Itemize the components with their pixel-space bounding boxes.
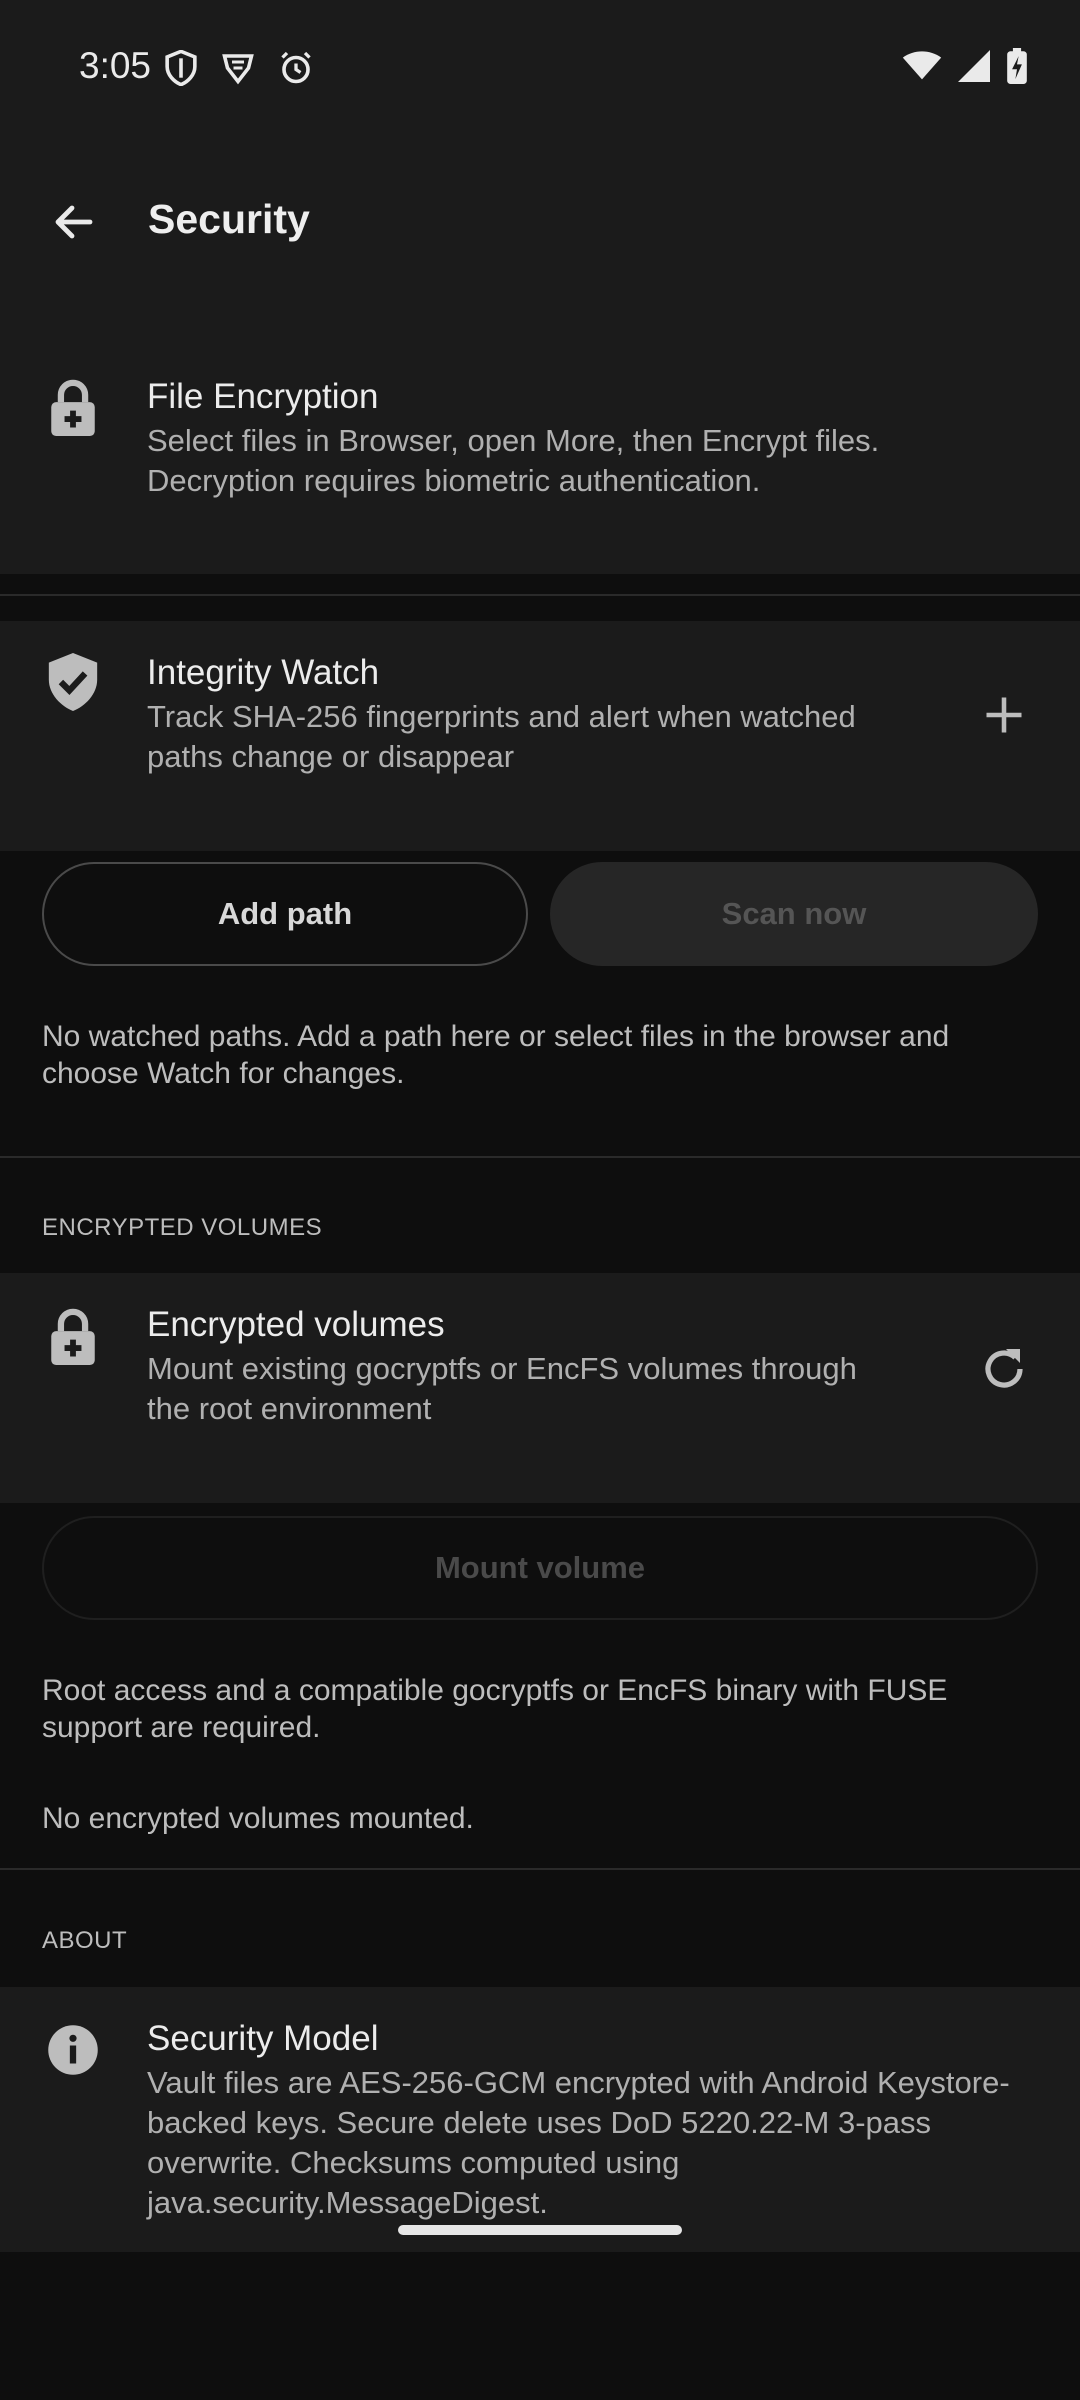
integrity-empty-note: No watched paths. Add a path here or sel… (42, 1020, 950, 1090)
status-icons-right (902, 48, 1028, 89)
status-icons-left (164, 49, 314, 91)
volumes-requirements-note: Root access and a compatible gocryptfs o… (42, 1674, 948, 1744)
lock-icon (44, 1307, 102, 1365)
add-path-button[interactable]: Add path (42, 862, 528, 966)
integrity-watch-description: Track SHA-256 fingerprints and alert whe… (147, 699, 856, 774)
back-button[interactable] (42, 190, 106, 254)
mount-volume-button[interactable]: Mount volume (42, 1516, 1038, 1620)
integrity-watch-card[interactable]: Integrity Watch Track SHA-256 fingerprin… (0, 621, 1080, 851)
lock-icon (44, 378, 102, 436)
security-model-description: Vault files are AES-256-GCM encrypted wi… (147, 2065, 1010, 2220)
wifi-icon (902, 50, 942, 87)
add-watch-button[interactable] (974, 685, 1034, 745)
app-bar: Security (0, 136, 1080, 304)
encrypted-volumes-card[interactable]: Encrypted volumes Mount existing gocrypt… (0, 1273, 1080, 1503)
encrypted-volumes-description: Mount existing gocryptfs or EncFS volume… (147, 1351, 857, 1426)
alarm-icon (278, 50, 314, 91)
status-time: 3:05 (79, 45, 152, 86)
brave-icon (220, 50, 256, 91)
section-header-about: ABOUT (42, 1927, 128, 1954)
page-title: Security (148, 196, 310, 242)
divider (0, 1868, 1080, 1870)
arrow-back-icon (55, 205, 93, 239)
file-encryption-description: Select files in Browser, open More, then… (147, 423, 880, 498)
plus-icon (986, 697, 1022, 733)
file-encryption-title: File Encryption (147, 377, 379, 416)
status-bar: 3:05 (0, 0, 1080, 136)
section-header-encrypted-volumes: ENCRYPTED VOLUMES (42, 1214, 323, 1241)
refresh-icon (985, 1349, 1023, 1388)
home-indicator[interactable] (398, 2225, 682, 2235)
battery-charging-icon (1006, 48, 1028, 89)
file-encryption-card[interactable]: File Encryption Select files in Browser,… (0, 304, 1080, 574)
divider (0, 1156, 1080, 1158)
scan-now-button[interactable]: Scan now (550, 862, 1038, 966)
divider (0, 594, 1080, 596)
security-model-card: Security Model Vault files are AES-256-G… (0, 1987, 1080, 2252)
shield-check-icon (44, 653, 102, 711)
security-model-title: Security Model (147, 2019, 379, 2058)
info-icon (44, 2021, 102, 2079)
shield-icon (164, 49, 198, 91)
signal-icon (958, 50, 990, 87)
integrity-watch-title: Integrity Watch (147, 653, 380, 692)
refresh-volumes-button[interactable] (974, 1339, 1034, 1399)
volumes-empty-note: No encrypted volumes mounted. (42, 1802, 474, 1835)
encrypted-volumes-title: Encrypted volumes (147, 1305, 445, 1344)
